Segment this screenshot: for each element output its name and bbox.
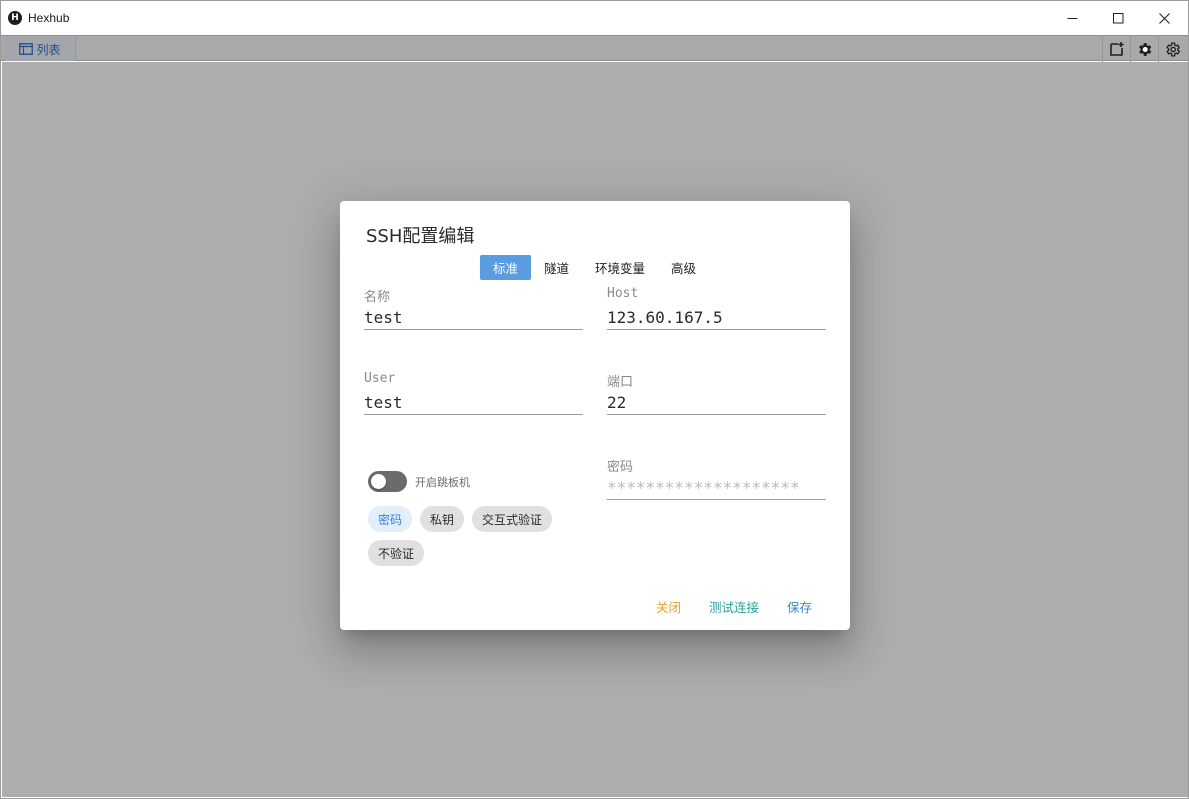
auth-method-chips: 密码 私钥 交互式验证 不验证	[368, 506, 568, 566]
toolbar: 列表	[1, 35, 1188, 62]
new-window-icon	[1109, 42, 1123, 56]
auth-chip-private-key[interactable]: 私钥	[420, 506, 465, 532]
name-field-group: 名称	[364, 286, 583, 330]
minimize-icon	[1067, 17, 1077, 19]
tab-list[interactable]: 列表	[5, 37, 76, 61]
name-label: 名称	[364, 290, 391, 305]
host-field-group: Host	[607, 286, 826, 330]
tab-standard[interactable]: 标准	[480, 255, 532, 280]
settings-icon	[1166, 41, 1181, 57]
close-window-button[interactable]	[1141, 1, 1187, 35]
test-connection-button[interactable]: 测试连接	[695, 591, 773, 622]
user-input[interactable]	[364, 387, 583, 415]
save-button[interactable]: 保存	[773, 591, 826, 622]
port-field-group: 端口	[607, 371, 826, 415]
auth-chip-none[interactable]: 不验证	[368, 540, 425, 566]
hexhub-logo-icon: H	[8, 11, 22, 25]
maximize-icon	[1112, 12, 1123, 23]
title-bar: H Hexhub	[1, 1, 1188, 35]
window-title: Hexhub	[28, 11, 70, 25]
name-input[interactable]	[364, 302, 583, 330]
user-label: User	[364, 371, 396, 386]
toolbar-icons	[1102, 36, 1186, 62]
port-input[interactable]	[607, 387, 826, 415]
password-input[interactable]	[607, 472, 826, 500]
dialog-tabs: 标准 隧道 环境变量 高级	[480, 255, 709, 280]
tab-advanced[interactable]: 高级	[658, 255, 709, 280]
auth-chip-password[interactable]: 密码	[368, 506, 413, 532]
host-label: Host	[607, 286, 639, 301]
window-list-icon	[19, 43, 34, 55]
minimize-button[interactable]	[1049, 1, 1095, 35]
tab-env-vars[interactable]: 环境变量	[582, 255, 658, 280]
tab-list-label: 列表	[36, 42, 61, 57]
auth-chip-interactive[interactable]: 交互式验证	[472, 506, 553, 532]
new-window-button[interactable]	[1102, 36, 1130, 62]
settings-button[interactable]	[1158, 36, 1186, 62]
host-input[interactable]	[607, 302, 826, 330]
dialog-actions: 关闭 测试连接 保存	[642, 591, 826, 622]
password-field-group: 密码	[607, 456, 826, 500]
dialog-title: SSH配置编辑	[366, 226, 475, 247]
user-field-group: User	[364, 371, 583, 415]
jump-host-switch-row: 开启跳板机	[368, 471, 470, 492]
ssh-config-dialog: SSH配置编辑 标准 隧道 环境变量 高级 名称 Host User 端口 密码	[340, 201, 850, 630]
tab-tunnel[interactable]: 隧道	[531, 255, 582, 280]
port-label: 端口	[607, 375, 634, 390]
maximize-button[interactable]	[1095, 1, 1141, 35]
gear-filled-icon	[1139, 42, 1152, 56]
switch-knob	[371, 474, 386, 489]
close-icon	[1158, 12, 1170, 24]
close-button[interactable]: 关闭	[642, 591, 695, 622]
password-label: 密码	[607, 460, 634, 475]
jump-host-label: 开启跳板机	[415, 475, 470, 489]
app-window: H Hexhub 列表 SSH配置编辑 标准 隧道 环境变量 高级 名称 tes…	[0, 0, 1189, 799]
jump-host-switch[interactable]	[368, 471, 407, 492]
theme-button[interactable]	[1130, 36, 1158, 62]
